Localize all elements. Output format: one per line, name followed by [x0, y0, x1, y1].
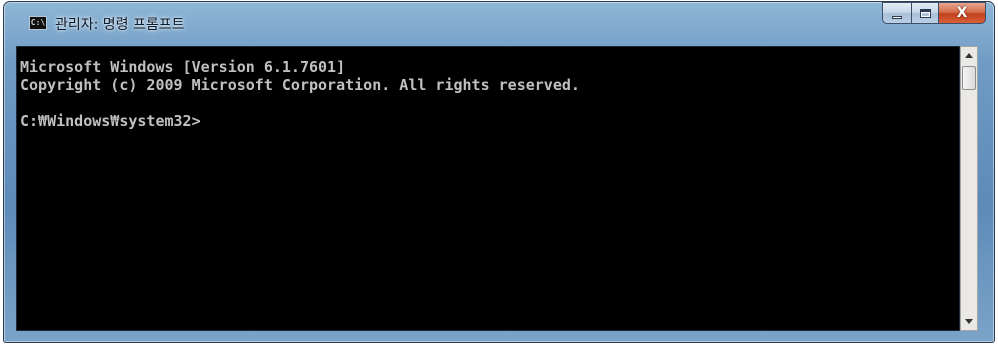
scroll-down-button[interactable]	[961, 313, 977, 330]
console-line-copyright: Copyright (c) 2009 Microsoft Corporation…	[20, 76, 580, 94]
scroll-down-arrow-icon	[965, 319, 973, 324]
maximize-icon	[919, 8, 931, 18]
console-output-area[interactable]: Microsoft Windows [Version 6.1.7601] Cop…	[16, 46, 960, 331]
console-prompt[interactable]: C:₩Windows₩system32>	[17, 112, 959, 130]
console-app-icon-label: C:\	[30, 18, 46, 27]
console-app-icon[interactable]: C:\	[29, 16, 47, 30]
close-icon: X	[956, 5, 968, 21]
title-bar[interactable]: C:\ 관리자: 명령 프롬프트 X	[4, 2, 994, 46]
close-button[interactable]: X	[938, 2, 986, 24]
minimize-button[interactable]	[882, 2, 911, 24]
minimize-icon	[892, 15, 902, 19]
command-prompt-window: C:\ 관리자: 명령 프롬프트 X Microsoft Windows [Ve…	[3, 1, 995, 343]
console-line-version: Microsoft Windows [Version 6.1.7601]	[20, 58, 346, 76]
scroll-up-arrow-icon	[965, 53, 973, 58]
vertical-scrollbar[interactable]	[960, 46, 978, 331]
scrollbar-thumb[interactable]	[962, 66, 976, 90]
maximize-button[interactable]	[911, 2, 938, 24]
window-controls: X	[882, 2, 986, 24]
window-title: 관리자: 명령 프롬프트	[55, 17, 185, 33]
scroll-up-button[interactable]	[961, 47, 977, 64]
